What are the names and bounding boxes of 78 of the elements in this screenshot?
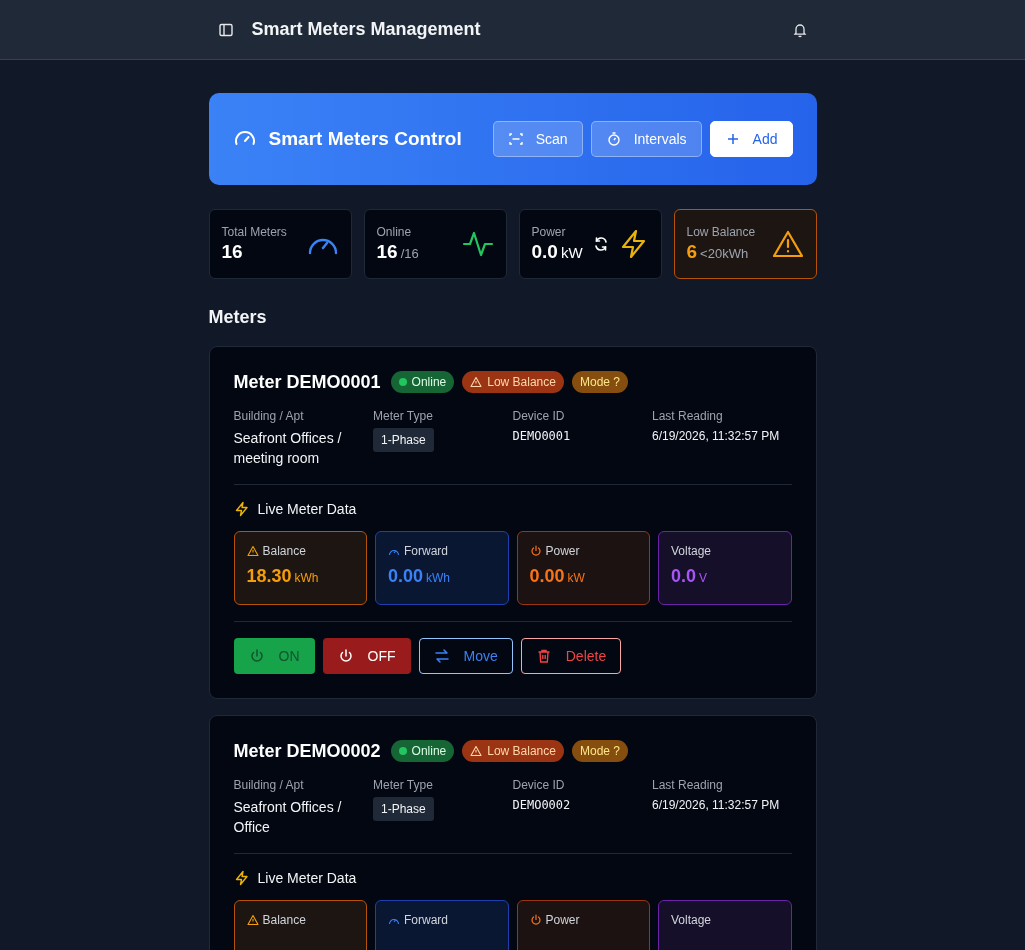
- field-value: 6/19/2026, 11:32:57 PM: [652, 428, 781, 444]
- reading-label: Forward: [404, 544, 448, 558]
- stat-label: Power: [531, 225, 567, 239]
- reading-value: 0.0: [671, 566, 697, 587]
- live-data-heading: Live Meter Data: [257, 870, 357, 886]
- reading-unit: kWh: [426, 571, 451, 585]
- mode-badge: Mode ?: [571, 740, 628, 762]
- timer-icon: [605, 131, 622, 147]
- reading-unit: kWh: [294, 571, 319, 585]
- move-button[interactable]: Move: [418, 638, 513, 674]
- reading-value: 0.00: [388, 566, 424, 587]
- scan-icon: [507, 131, 524, 147]
- lightning-icon: [233, 501, 250, 517]
- reading-label: Balance: [262, 913, 306, 927]
- field-value: 6/19/2026, 11:32:57 PM: [652, 797, 781, 813]
- stat-value: 6: [686, 241, 698, 263]
- field-value: 1-Phase: [373, 428, 434, 452]
- warning-badge: Low Balance: [462, 371, 564, 393]
- warning-icon: [246, 545, 259, 557]
- stat-unit: /16: [400, 246, 419, 261]
- reading-label: Power: [545, 913, 580, 927]
- field-label: Building / Apt: [233, 778, 305, 792]
- mode-badge: Mode ?: [571, 371, 628, 393]
- reading-unit: kW: [567, 571, 585, 585]
- field-label: Device ID: [512, 409, 566, 423]
- sidebar-toggle-icon[interactable]: [217, 21, 234, 38]
- reading-value: 18.30: [246, 566, 292, 587]
- power-icon: [248, 648, 265, 664]
- stat-unit: kW: [560, 244, 583, 261]
- online-badge: Online: [390, 740, 455, 762]
- warning-icon: [246, 914, 259, 926]
- power-icon: [529, 545, 542, 557]
- reading-label: Forward: [404, 913, 448, 927]
- notifications-icon[interactable]: [791, 21, 808, 38]
- field-label: Building / Apt: [233, 409, 305, 423]
- reading-label: Balance: [262, 544, 306, 558]
- field-label: Meter Type: [373, 409, 434, 423]
- meter-title: Meter DEMO0002: [233, 740, 381, 762]
- field-value: DEMO0002: [512, 797, 572, 813]
- reading-label: Power: [545, 544, 580, 558]
- delete-button[interactable]: Delete: [520, 638, 622, 674]
- stat-label: Total Meters: [221, 225, 287, 239]
- field-label: Meter Type: [373, 778, 434, 792]
- off-button[interactable]: OFF: [322, 638, 411, 674]
- app-title: Smart Meters Management: [251, 19, 481, 40]
- field-value: Seafront Offices / Office: [233, 798, 343, 837]
- stat-value: 16: [221, 241, 243, 263]
- field-label: Last Reading: [652, 778, 724, 792]
- field-label: Device ID: [512, 778, 566, 792]
- intervals-button[interactable]: Intervals: [590, 121, 702, 157]
- meter-title: Meter DEMO0001: [233, 371, 381, 393]
- live-data-heading: Live Meter Data: [257, 501, 357, 517]
- scan-button[interactable]: Scan: [492, 121, 583, 157]
- on-button[interactable]: ON: [233, 638, 315, 674]
- lightning-icon: [233, 870, 250, 886]
- field-value: 1-Phase: [373, 797, 434, 821]
- warning-badge: Low Balance: [462, 740, 564, 762]
- field-value: DEMO0001: [512, 428, 572, 444]
- add-button[interactable]: Add: [709, 121, 793, 157]
- swap-arrows-icon: [433, 648, 450, 664]
- power-icon: [529, 914, 542, 926]
- field-value: Seafront Offices / meeting room: [233, 429, 343, 468]
- field-label: Last Reading: [652, 409, 724, 423]
- stat-label: Low Balance: [686, 225, 756, 239]
- reading-value: 0.00: [529, 566, 565, 587]
- online-badge: Online: [390, 371, 455, 393]
- reading-label: Voltage: [671, 544, 712, 558]
- reading-unit: V: [699, 571, 708, 585]
- banner-title: Smart Meters Control: [268, 128, 462, 150]
- power-icon: [337, 648, 354, 664]
- stat-value: 16: [376, 241, 398, 263]
- refresh-icon[interactable]: [592, 236, 609, 252]
- stat-unit: <20kWh: [700, 246, 749, 261]
- stat-value: 0.0: [531, 241, 558, 263]
- stat-label: Online: [376, 225, 413, 239]
- section-heading: Meters: [208, 307, 268, 328]
- warning-icon: [771, 230, 804, 258]
- reading-label: Voltage: [671, 913, 712, 927]
